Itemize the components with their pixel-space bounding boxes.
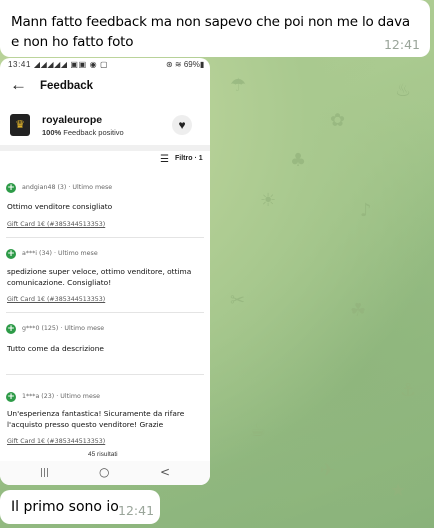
positive-feedback-icon: + [6, 324, 16, 334]
review-text: Ottimo venditore consigliato [7, 202, 113, 211]
recent-apps-icon: ||| [40, 468, 50, 478]
wallpaper-doodle: ☘ [350, 300, 367, 321]
review-meta: 1***a (23) · Ultimo mese [22, 393, 100, 400]
filter-label: Filtro · 1 [175, 155, 203, 162]
positive-feedback-icon: + [6, 183, 16, 193]
positive-feedback-icon: + [6, 392, 16, 402]
review-text: Un'esperienza fantastica! Sicuramente da… [7, 409, 185, 429]
review-item-link: Gift Card 1€ (#385344513353) [7, 296, 106, 303]
review-divider [6, 237, 204, 238]
wallpaper-doodle: ♪ [360, 200, 372, 221]
positive-feedback-icon: + [6, 249, 16, 259]
wallpaper-doodle: ⚓ [400, 380, 417, 401]
review-item-link: Gift Card 1€ (#385344513353) [7, 221, 106, 228]
results-count: 45 risultati [88, 451, 118, 458]
message-text: Mann fatto feedback ma non sapevo che po… [11, 14, 410, 50]
wallpaper-doodle: ☀ [260, 190, 277, 211]
seller-feedback-score: 100% Feedback positivo [42, 128, 124, 137]
section-divider [0, 145, 210, 151]
review-divider [6, 374, 204, 375]
back-nav-icon: < [160, 465, 171, 479]
phone-status-bar: 13:41 ◢◢◢◢◢ ▣▣ ◉ ▢ [8, 60, 109, 69]
seller-avatar: ♛ [10, 114, 30, 136]
review-text: Tutto come da descrizione [7, 344, 104, 353]
page-title: Feedback [40, 80, 94, 92]
wallpaper-doodle: ☕ [250, 420, 267, 441]
review-meta: g***0 (125) · Ultimo mese [22, 325, 105, 332]
message-time: 12:41 [383, 37, 420, 52]
filter-icon: ☰ [160, 154, 169, 165]
phone-status-icons: ⊛ ≋ 69%▮ [166, 60, 205, 69]
review-text: spedizione super veloce, ottimo venditor… [7, 267, 192, 287]
review-meta: andgian48 (3) · Ultimo mese [22, 184, 113, 191]
message-text: Il primo sono io [11, 499, 119, 515]
wallpaper-doodle: ♣ [290, 150, 307, 171]
review-divider [6, 312, 204, 313]
wallpaper-doodle: ♨ [395, 80, 412, 101]
heart-icon: ♥ [172, 115, 192, 135]
image-attachment[interactable]: 13:41 ◢◢◢◢◢ ▣▣ ◉ ▢ ⊛ ≋ 69%▮ ← Feedback ♛… [0, 58, 210, 485]
seller-name: royaleurope [42, 114, 103, 126]
wallpaper-doodle: ★ [390, 480, 407, 501]
chat-message-bubble[interactable]: Mann fatto feedback ma non sapevo che po… [0, 0, 430, 57]
wallpaper-doodle: ☂ [230, 75, 247, 96]
wallpaper-doodle: ✿ [330, 110, 346, 131]
back-arrow-icon: ← [10, 75, 27, 94]
wallpaper-doodle: ✈ [320, 460, 336, 481]
message-time: 12:41 [118, 503, 155, 518]
wallpaper-doodle: ✂ [230, 290, 246, 311]
chat-message-bubble[interactable]: Il primo sono io 12:41 [0, 490, 160, 524]
review-item-link: Gift Card 1€ (#385344513353) [7, 438, 106, 445]
home-icon: ○ [99, 465, 110, 479]
review-meta: a***i (34) · Ultimo mese [22, 250, 98, 257]
